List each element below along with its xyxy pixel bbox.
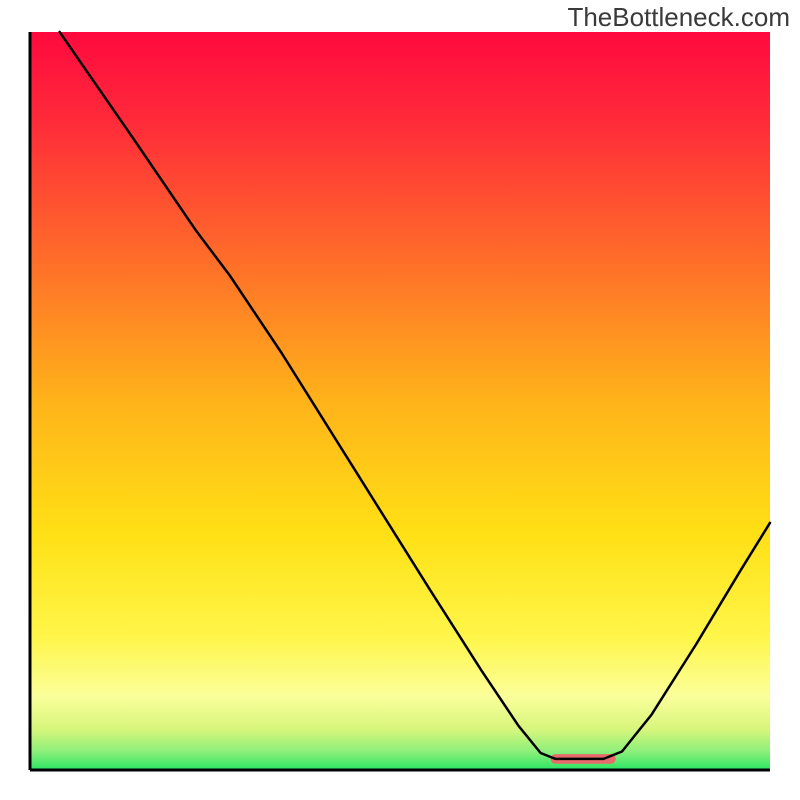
bottleneck-chart xyxy=(0,0,800,800)
watermark-text: TheBottleneck.com xyxy=(567,2,790,33)
chart-container: TheBottleneck.com xyxy=(0,0,800,800)
plot-background xyxy=(30,32,770,770)
